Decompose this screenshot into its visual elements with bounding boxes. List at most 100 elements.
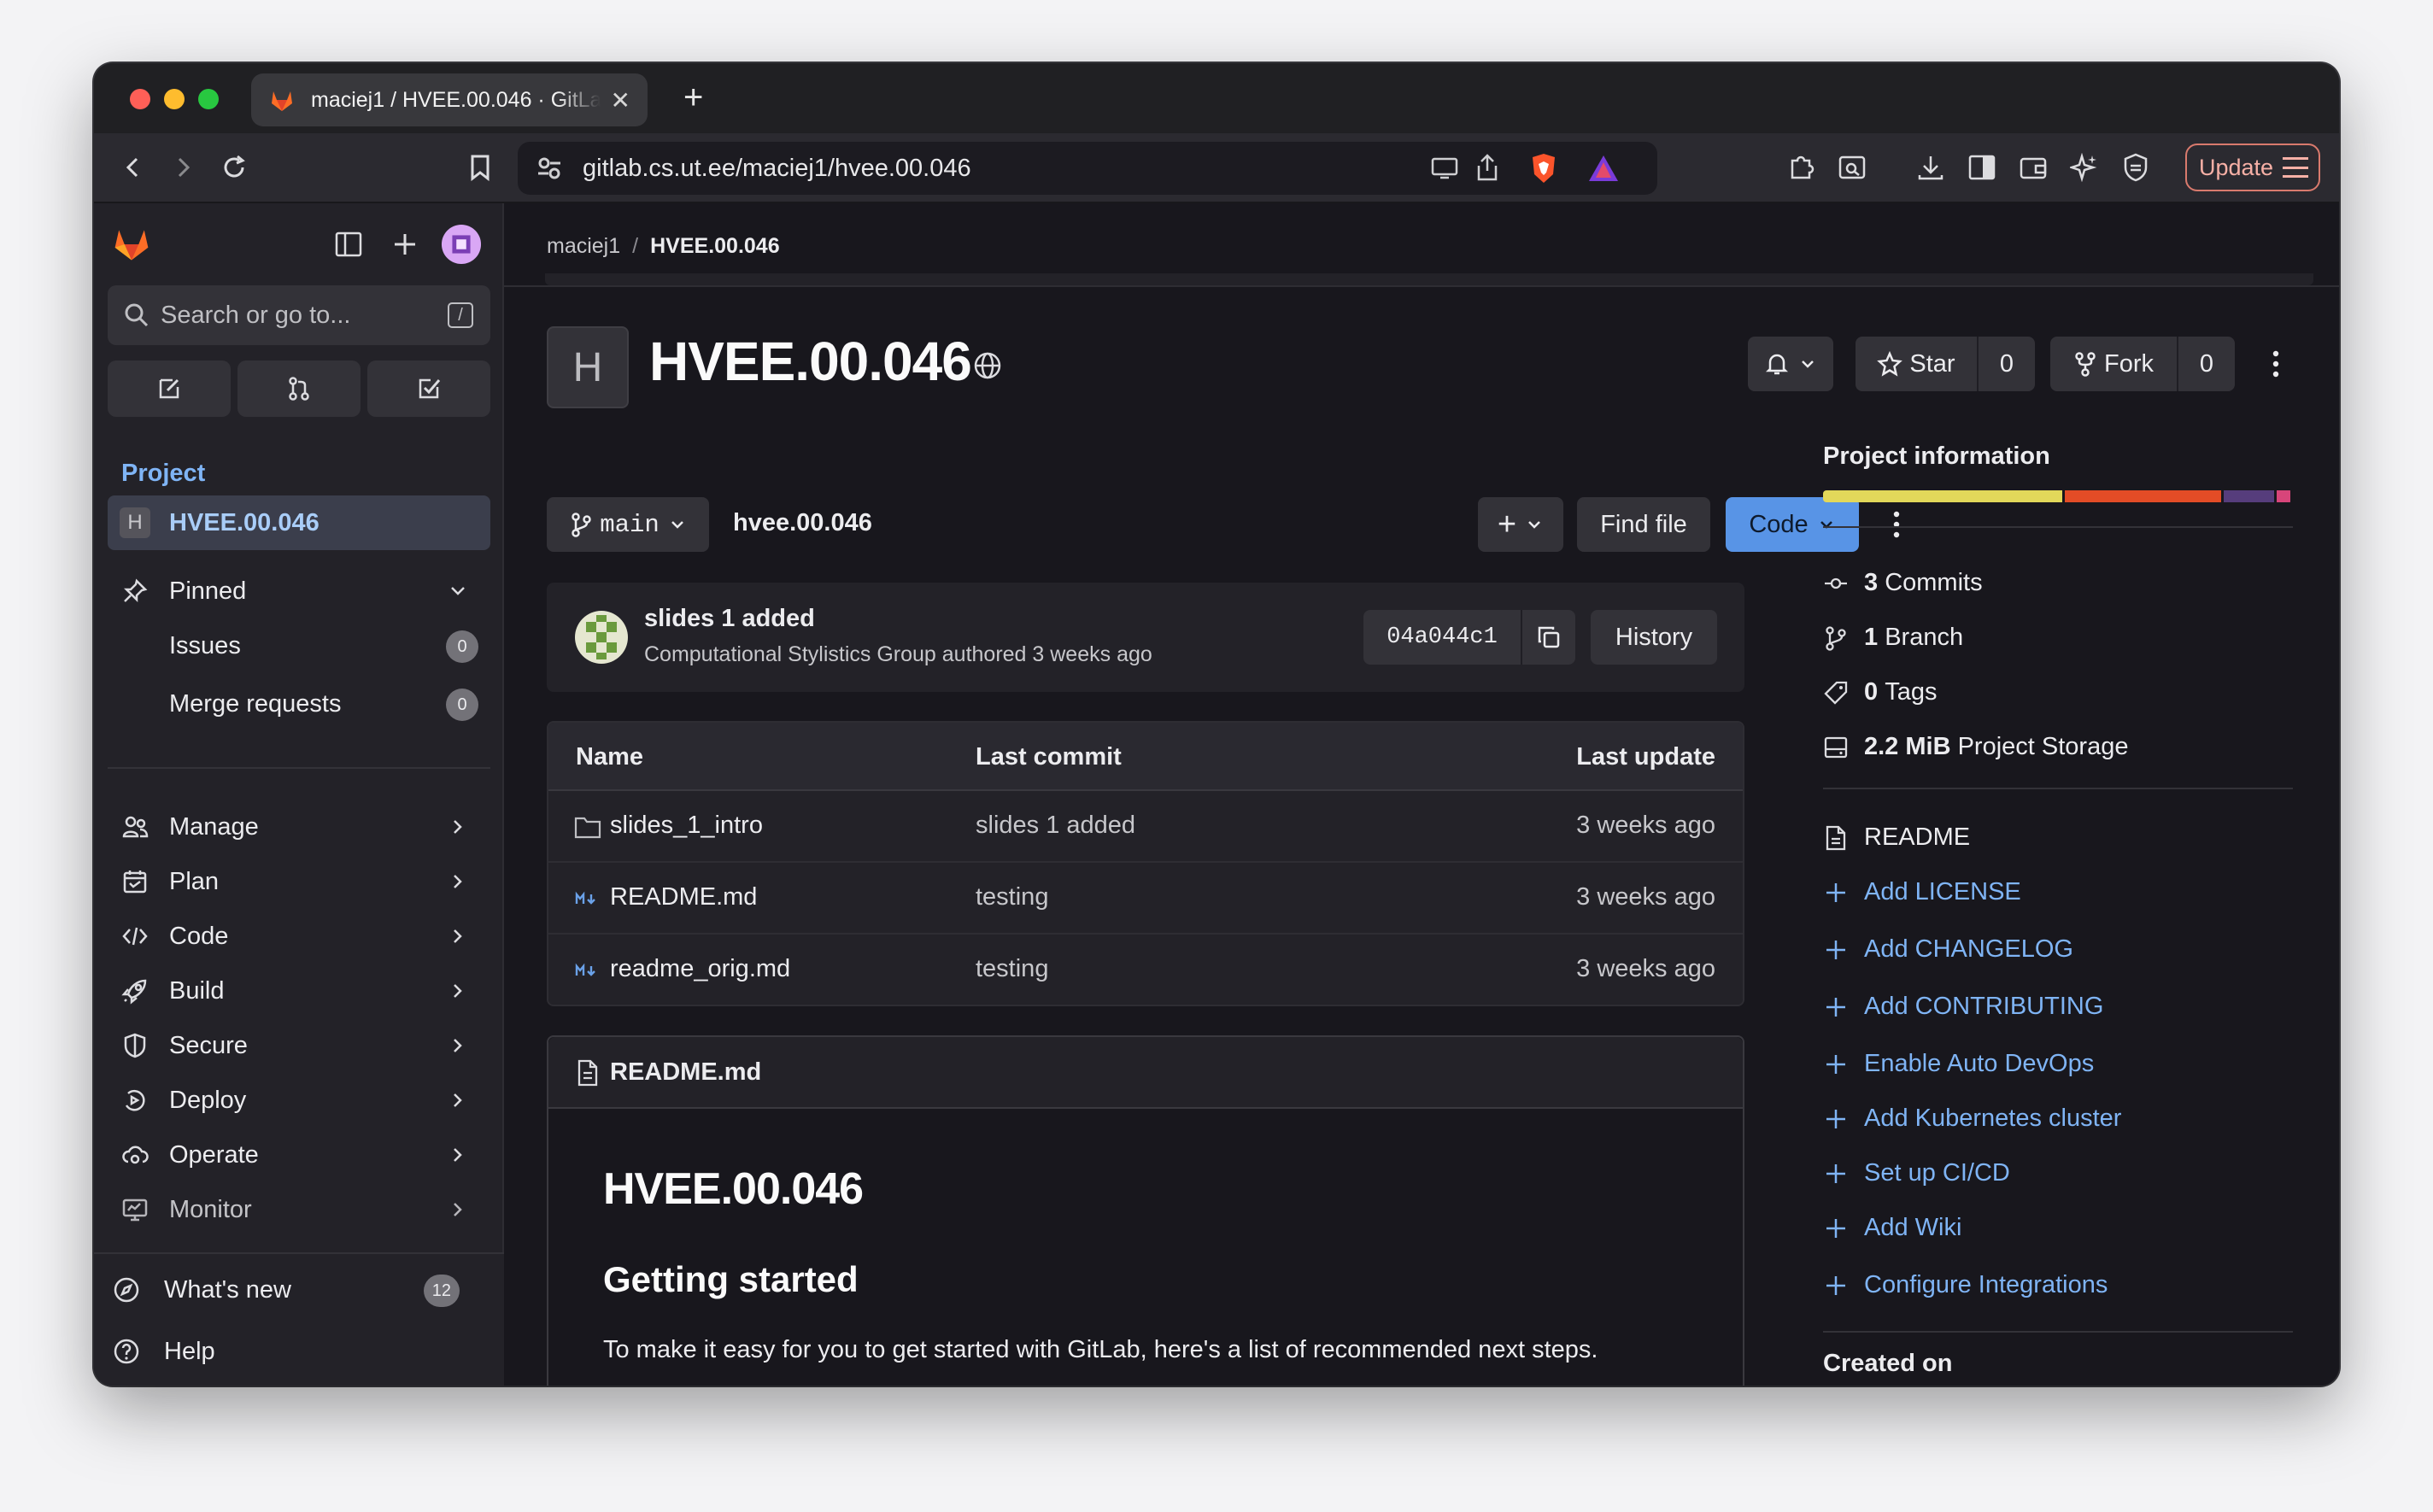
merge-requests-button[interactable] bbox=[237, 360, 361, 417]
chevron-down-icon bbox=[1820, 521, 1832, 529]
history-button[interactable]: History bbox=[1591, 610, 1717, 665]
language-bar-segment[interactable] bbox=[1823, 490, 2062, 502]
commit-sha[interactable]: 04a044c1 bbox=[1363, 610, 1521, 665]
file-last-commit[interactable]: slides 1 added bbox=[976, 812, 1135, 840]
repo-actions-kebab-icon[interactable] bbox=[1878, 497, 1915, 552]
sidebar-item-operate[interactable]: Operate bbox=[108, 1129, 490, 1181]
site-settings-icon[interactable] bbox=[535, 154, 564, 183]
table-row[interactable]: slides_1_intro slides 1 added 3 weeks ag… bbox=[548, 791, 1743, 863]
add-wiki-link[interactable]: Add Wiki bbox=[1823, 1207, 1961, 1248]
sidebar-item-deploy[interactable]: Deploy bbox=[108, 1075, 490, 1126]
language-bar-segment[interactable] bbox=[2276, 490, 2290, 502]
storage-stat[interactable]: 2.2 MiB Project Storage bbox=[1823, 726, 2128, 767]
sidebar-item-plan[interactable]: Plan bbox=[108, 856, 490, 907]
minimize-window-button[interactable] bbox=[164, 89, 185, 109]
sidebar-current-project[interactable]: H HVEE.00.046 bbox=[108, 495, 490, 550]
file-name[interactable]: readme_orig.md bbox=[610, 955, 790, 983]
share-icon[interactable] bbox=[1474, 152, 1500, 183]
language-bar-segment[interactable] bbox=[2223, 490, 2274, 502]
close-window-button[interactable] bbox=[130, 89, 150, 109]
branches-stat[interactable]: 1 Branch bbox=[1823, 617, 1963, 658]
sidebar-item-code[interactable]: Code bbox=[108, 911, 490, 962]
sidebar-item-manage[interactable]: Manage bbox=[108, 801, 490, 853]
file-last-commit[interactable]: testing bbox=[976, 883, 1048, 911]
wallet-icon[interactable] bbox=[2016, 150, 2050, 185]
breadcrumb-current[interactable]: HVEE.00.046 bbox=[650, 234, 780, 258]
sidebar-item-monitor[interactable]: Monitor bbox=[108, 1184, 490, 1235]
extensions-icon[interactable] bbox=[1784, 150, 1818, 185]
todo-list-button[interactable] bbox=[367, 360, 490, 417]
add-contributing-link[interactable]: Add CONTRIBUTING bbox=[1823, 986, 2103, 1027]
find-file-button[interactable]: Find file bbox=[1577, 497, 1710, 552]
sidebar-item-label: Issues bbox=[169, 631, 241, 659]
language-bar[interactable] bbox=[1823, 490, 2293, 502]
code-button[interactable]: Code bbox=[1726, 497, 1859, 552]
configure-integrations-link[interactable]: Configure Integrations bbox=[1823, 1264, 2108, 1305]
sidebar-toggle-icon[interactable] bbox=[1965, 150, 1999, 185]
copy-sha-button[interactable] bbox=[1521, 610, 1575, 665]
notifications-button[interactable] bbox=[1748, 337, 1833, 391]
whats-new-button[interactable]: What's new 12 bbox=[99, 1264, 482, 1316]
last-commit-panel: slides 1 added Computational Stylistics … bbox=[547, 583, 1744, 692]
sidebar-item-build[interactable]: Build bbox=[108, 965, 490, 1017]
star-count[interactable]: 0 bbox=[1977, 337, 2035, 391]
set-up-cicd-link[interactable]: Set up CI/CD bbox=[1823, 1152, 2010, 1193]
back-icon[interactable] bbox=[116, 150, 150, 185]
star-icon bbox=[1877, 351, 1903, 377]
file-name[interactable]: README.md bbox=[610, 883, 757, 911]
breadcrumb-parent[interactable]: maciej1 bbox=[547, 234, 620, 258]
project-actions-kebab-icon[interactable] bbox=[2252, 337, 2300, 391]
gitlab-logo-icon[interactable] bbox=[111, 224, 152, 265]
count-badge: 0 bbox=[446, 630, 478, 663]
forward-icon[interactable] bbox=[166, 150, 200, 185]
brave-rewards-icon[interactable] bbox=[1587, 154, 1620, 183]
close-tab-icon[interactable]: ✕ bbox=[611, 86, 630, 114]
add-kubernetes-cluster-link[interactable]: Add Kubernetes cluster bbox=[1823, 1098, 2121, 1139]
bookmark-icon[interactable] bbox=[463, 150, 497, 185]
sidebar-item-secure[interactable]: Secure bbox=[108, 1020, 490, 1071]
tags-stat[interactable]: 0 Tags bbox=[1823, 671, 1937, 712]
commit-title[interactable]: slides 1 added bbox=[644, 605, 815, 633]
collapse-sidebar-icon[interactable] bbox=[328, 224, 369, 265]
create-new-icon[interactable] bbox=[384, 224, 425, 265]
leo-ai-icon[interactable] bbox=[2067, 150, 2102, 185]
update-button[interactable]: Update bbox=[2185, 144, 2320, 191]
table-row[interactable]: README.md testing 3 weeks ago bbox=[548, 863, 1743, 935]
fork-button[interactable]: Fork bbox=[2050, 337, 2177, 391]
plus-icon bbox=[1826, 1055, 1845, 1074]
address-bar[interactable]: gitlab.cs.ut.ee/maciej1/hvee.00.046 bbox=[518, 142, 1657, 195]
add-to-tree-button[interactable]: + bbox=[1478, 497, 1563, 552]
file-last-commit[interactable]: testing bbox=[976, 955, 1048, 983]
table-row[interactable]: readme_orig.md testing 3 weeks ago bbox=[548, 935, 1743, 1005]
sidebar-item-issues[interactable]: Issues 0 bbox=[108, 620, 490, 671]
search-input[interactable]: Search or go to... / bbox=[108, 285, 490, 345]
reload-icon[interactable] bbox=[217, 150, 251, 185]
user-avatar[interactable] bbox=[441, 224, 482, 265]
readme-file-label[interactable]: README.md bbox=[610, 1058, 761, 1087]
branch-selector[interactable]: main bbox=[547, 497, 709, 552]
sidebar-pinned-toggle[interactable]: Pinned bbox=[108, 566, 490, 617]
browser-tab[interactable]: maciej1 / HVEE.00.046 · GitLab ✕ bbox=[251, 73, 648, 126]
downloads-icon[interactable] bbox=[1914, 150, 1948, 185]
brave-shields-icon[interactable] bbox=[1529, 152, 1558, 185]
repo-path[interactable]: hvee.00.046 bbox=[733, 509, 872, 537]
readme-link[interactable]: README bbox=[1823, 817, 1970, 858]
commits-stat[interactable]: 3 Commits bbox=[1823, 562, 1983, 603]
new-tab-button[interactable]: + bbox=[683, 79, 703, 117]
add-changelog-link[interactable]: Add CHANGELOG bbox=[1823, 929, 2073, 970]
commit-author-avatar[interactable] bbox=[574, 610, 629, 665]
vpn-icon[interactable] bbox=[2119, 150, 2153, 185]
star-button[interactable]: Star bbox=[1856, 337, 1977, 391]
assigned-issues-button[interactable] bbox=[108, 360, 231, 417]
reader-mode-icon[interactable] bbox=[1835, 150, 1869, 185]
language-bar-segment[interactable] bbox=[2064, 490, 2221, 502]
add-license-link[interactable]: Add LICENSE bbox=[1823, 871, 2021, 912]
sidebar-item-merge-requests[interactable]: Merge requests 0 bbox=[108, 678, 490, 730]
maximize-window-button[interactable] bbox=[198, 89, 219, 109]
file-name[interactable]: slides_1_intro bbox=[610, 812, 763, 840]
cast-icon[interactable] bbox=[1430, 155, 1459, 181]
fork-count[interactable]: 0 bbox=[2177, 337, 2235, 391]
enable-auto-devops-link[interactable]: Enable Auto DevOps bbox=[1823, 1043, 2094, 1084]
commit-author[interactable]: Computational Stylistics Group bbox=[644, 642, 936, 666]
help-button[interactable]: Help bbox=[99, 1326, 482, 1377]
